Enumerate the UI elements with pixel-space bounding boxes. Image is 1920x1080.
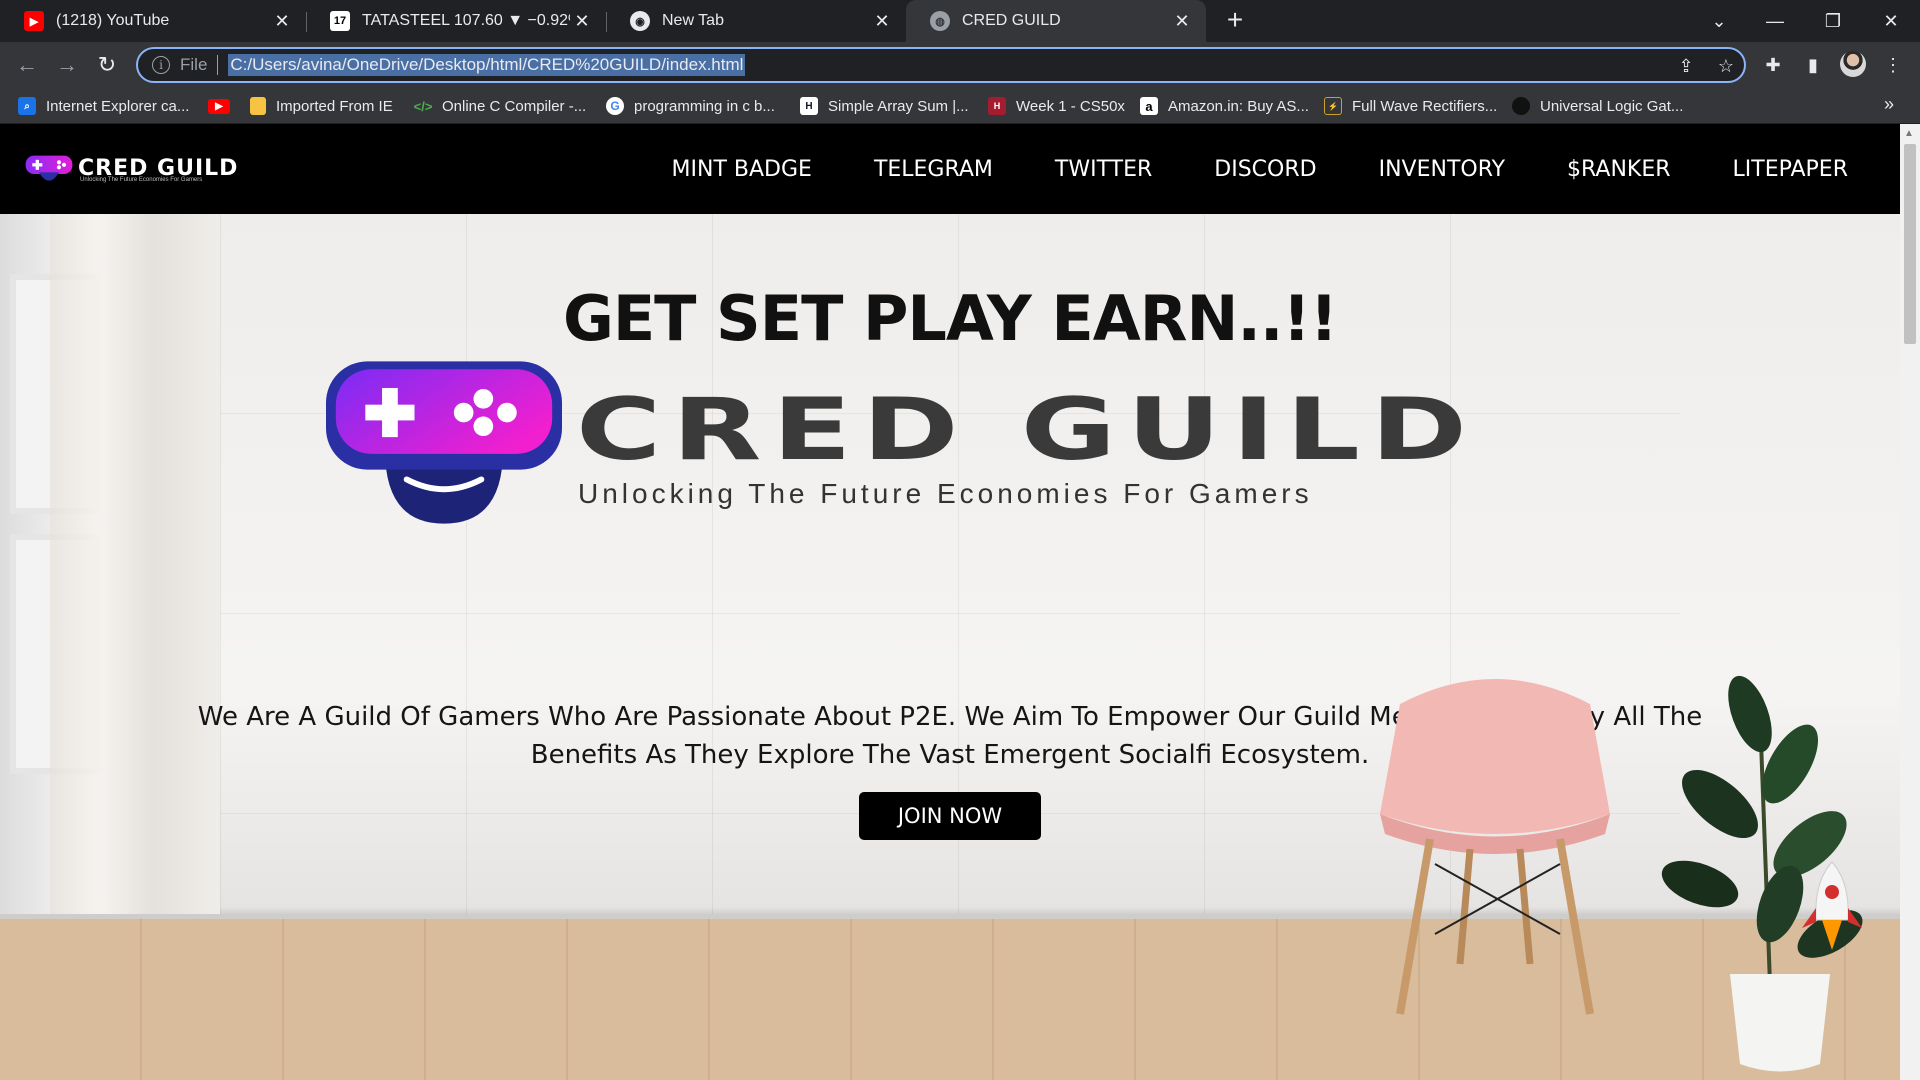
tab-youtube[interactable]: ▶ (1218) YouTube ✕ bbox=[0, 0, 306, 42]
close-icon[interactable]: ✕ bbox=[1170, 9, 1194, 33]
pink-chair bbox=[1380, 679, 1610, 1015]
bookmark-label: Imported From IE bbox=[276, 97, 393, 115]
gamepad-icon bbox=[326, 361, 562, 524]
join-now-button[interactable]: JOIN NOW bbox=[859, 792, 1041, 840]
side-panel-icon[interactable]: ▮ bbox=[1800, 52, 1826, 78]
gamepad-logo-icon bbox=[25, 155, 73, 181]
folder-icon: ■ bbox=[250, 97, 266, 115]
tab-title: New Tab bbox=[662, 12, 724, 29]
bookmark-label: Online C Compiler -... bbox=[442, 97, 587, 115]
code-icon: </> bbox=[413, 98, 433, 114]
tab-title: CRED GUILD bbox=[962, 12, 1061, 29]
extensions-icon[interactable]: ✚ bbox=[1760, 52, 1786, 78]
globe-icon: ◍ bbox=[930, 11, 950, 31]
tab-title: TATASTEEL 107.60 ▼ −0.92% Unnamed bbox=[362, 12, 570, 29]
page-scrollbar[interactable]: ▲ bbox=[1900, 124, 1920, 1080]
dark-circle-icon bbox=[1512, 97, 1530, 115]
hero-section: GET SET PLAY EARN..!! CRED GUILD Unlocki… bbox=[0, 214, 1900, 1080]
bookmark-item[interactable]: ⚡ Full Wave Rectifiers... bbox=[1324, 88, 1497, 124]
reload-icon[interactable]: ↻ bbox=[92, 50, 122, 80]
forward-icon[interactable]: → bbox=[52, 50, 82, 80]
address-divider bbox=[217, 55, 219, 75]
nav-discord[interactable]: DISCORD bbox=[1214, 157, 1316, 182]
bookmark-item[interactable]: Universal Logic Gat... bbox=[1512, 88, 1683, 124]
bookmark-label: Week 1 - CS50x bbox=[1016, 97, 1125, 115]
nav-mint-badge[interactable]: MINT BADGE bbox=[672, 157, 812, 182]
amazon-icon: a bbox=[1140, 97, 1158, 115]
nav-telegram[interactable]: TELEGRAM bbox=[874, 157, 993, 182]
electronics-icon: ⚡ bbox=[1324, 97, 1342, 115]
close-icon[interactable]: ✕ bbox=[870, 9, 894, 33]
bookmark-item[interactable]: ▶ bbox=[208, 88, 240, 124]
tab-new-tab[interactable]: ◉ New Tab ✕ bbox=[606, 0, 906, 42]
site-navbar: CRED GUILD Unlocking The Future Economie… bbox=[0, 124, 1900, 214]
scroll-thumb[interactable] bbox=[1904, 144, 1916, 344]
restore-icon[interactable]: ❐ bbox=[1810, 0, 1856, 42]
tab-title: (1218) YouTube bbox=[56, 12, 170, 29]
scroll-to-top-rocket[interactable] bbox=[1798, 858, 1866, 954]
bookmark-label: Simple Array Sum |... bbox=[828, 97, 969, 115]
tradingview-icon: 17 bbox=[330, 11, 350, 31]
harvard-icon: H bbox=[988, 97, 1006, 115]
bookmark-label: Universal Logic Gat... bbox=[1540, 97, 1684, 115]
bookmark-item[interactable]: G programming in c b... bbox=[606, 88, 775, 124]
hero-headline: GET SET PLAY EARN..!! bbox=[562, 282, 1338, 355]
youtube-icon: ▶ bbox=[24, 11, 44, 31]
share-icon[interactable]: ⇪ bbox=[1674, 54, 1698, 78]
ie-search-icon: ⌕ bbox=[18, 97, 36, 115]
close-icon[interactable]: ✕ bbox=[270, 9, 294, 33]
address-scheme: File bbox=[180, 55, 208, 74]
bookmark-item[interactable]: a Amazon.in: Buy AS... bbox=[1140, 88, 1309, 124]
logo-tagline: Unlocking The Future Economies For Gamer… bbox=[80, 177, 203, 183]
tab-strip: ▶ (1218) YouTube ✕ 17 TATASTEEL 107.60 ▼… bbox=[0, 0, 1920, 42]
chrome-icon: ◉ bbox=[630, 11, 650, 31]
site-nav-links: MINT BADGE TELEGRAM TWITTER DISCORD INVE… bbox=[672, 124, 1848, 214]
tab-cred-guild[interactable]: ◍ CRED GUILD ✕ bbox=[906, 0, 1206, 42]
bookmark-star-icon[interactable]: ☆ bbox=[1714, 54, 1738, 78]
bookmark-item[interactable]: </> Online C Compiler -... bbox=[413, 88, 587, 124]
youtube-icon: ▶ bbox=[208, 98, 230, 114]
info-icon[interactable]: i bbox=[152, 56, 170, 74]
logo-name: CRED GUILD bbox=[78, 156, 239, 181]
nav-litepaper[interactable]: LITEPAPER bbox=[1733, 157, 1848, 182]
bookmarks-bar: ⌕ Internet Explorer ca... ▶ ■ Imported F… bbox=[0, 88, 1920, 124]
page-viewport: CRED GUILD Unlocking The Future Economie… bbox=[0, 124, 1920, 1080]
bookmark-item[interactable]: H Simple Array Sum |... bbox=[800, 88, 969, 124]
brand-logo: CRED GUILD Unlocking The Future Economie… bbox=[326, 360, 1467, 540]
scroll-up-icon[interactable]: ▲ bbox=[1904, 128, 1914, 139]
bookmark-item[interactable]: H Week 1 - CS50x bbox=[988, 88, 1125, 124]
bookmark-folder[interactable]: ■ Imported From IE bbox=[250, 88, 393, 124]
bookmark-item[interactable]: ⌕ Internet Explorer ca... bbox=[18, 88, 189, 124]
close-icon[interactable]: ✕ bbox=[570, 9, 594, 33]
profile-avatar[interactable] bbox=[1840, 51, 1866, 77]
close-window-icon[interactable]: ✕ bbox=[1868, 0, 1914, 42]
minimize-icon[interactable]: — bbox=[1752, 0, 1798, 42]
brand-tagline: Unlocking The Future Economies For Gamer… bbox=[578, 478, 1313, 509]
bookmarks-overflow-button[interactable]: » bbox=[1884, 94, 1894, 115]
brand-name: CRED GUILD bbox=[576, 380, 1478, 480]
hackerrank-icon: H bbox=[800, 97, 818, 115]
tab-tatasteel[interactable]: 17 TATASTEEL 107.60 ▼ −0.92% Unnamed ✕ bbox=[306, 0, 606, 42]
browser-toolbar: ← → ↻ i File C:/Users/avina/OneDrive/Des… bbox=[0, 42, 1920, 88]
nav-inventory[interactable]: INVENTORY bbox=[1379, 157, 1505, 182]
tab-search-icon[interactable]: ⌄ bbox=[1696, 0, 1742, 42]
bookmark-label: Full Wave Rectifiers... bbox=[1352, 97, 1498, 115]
nav-twitter[interactable]: TWITTER bbox=[1055, 157, 1152, 182]
nav-ranker[interactable]: $RANKER bbox=[1567, 157, 1671, 182]
address-bar[interactable]: i File C:/Users/avina/OneDrive/Desktop/h… bbox=[136, 47, 1746, 83]
google-icon: G bbox=[606, 97, 624, 115]
new-tab-button[interactable]: + bbox=[1220, 6, 1250, 36]
menu-icon[interactable]: ⋮ bbox=[1880, 52, 1906, 78]
back-icon[interactable]: ← bbox=[12, 50, 42, 80]
bookmark-label: Amazon.in: Buy AS... bbox=[1168, 97, 1309, 115]
bookmark-label: programming in c b... bbox=[634, 97, 775, 115]
bookmark-label: Internet Explorer ca... bbox=[46, 97, 190, 115]
address-url[interactable]: C:/Users/avina/OneDrive/Desktop/html/CRE… bbox=[228, 54, 746, 76]
